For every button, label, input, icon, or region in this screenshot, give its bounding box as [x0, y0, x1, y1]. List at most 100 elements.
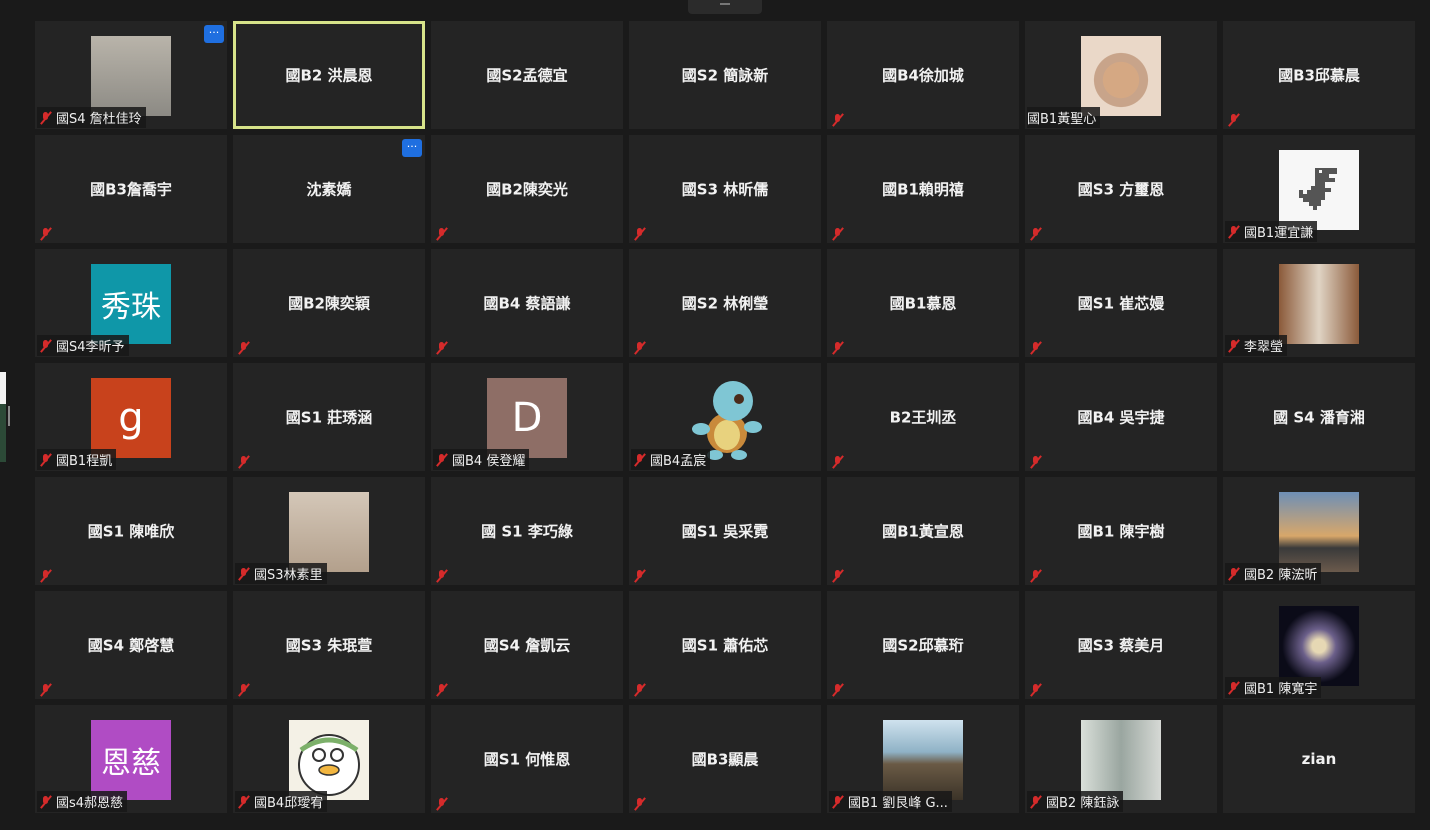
participant-tile[interactable]: 國B1運宜謙 — [1223, 135, 1415, 243]
participant-name-label — [829, 454, 852, 470]
participant-tile[interactable]: 國B3詹喬宇 — [35, 135, 227, 243]
participant-tile[interactable]: 國 S1 李巧綠 — [431, 477, 623, 585]
mic-muted-icon — [1227, 113, 1241, 127]
participant-name: 沈素嬌 — [306, 180, 352, 199]
participant-tile[interactable]: 國S2 簡詠新 — [629, 21, 821, 129]
participant-name: 國B1賴明禧 — [882, 180, 964, 199]
participant-name: 國B4 蔡語謙 — [483, 294, 571, 313]
participant-tile[interactable]: 國B1賴明禧 — [827, 135, 1019, 243]
mic-muted-icon — [435, 797, 449, 811]
participant-name-label: 國s4郝恩慈 — [37, 791, 128, 812]
participant-tile[interactable]: 國S3林素里 — [233, 477, 425, 585]
participant-label-text: 國S3林素里 — [254, 568, 323, 583]
participant-tile[interactable]: 國B4孟宸 — [629, 363, 821, 471]
mic-muted-icon — [435, 227, 449, 241]
participant-tile[interactable]: 國S2 林俐瑩 — [629, 249, 821, 357]
participant-tile[interactable]: B2王圳丞 — [827, 363, 1019, 471]
mic-muted-icon — [1029, 341, 1043, 355]
avatar-photo — [1279, 150, 1359, 230]
participant-tile[interactable]: 國B1黃宣恩 — [827, 477, 1019, 585]
participant-tile[interactable]: 國B1慕恩 — [827, 249, 1019, 357]
participant-name-label — [433, 796, 456, 812]
participant-tile[interactable]: 國B2 陳鈺詠 — [1025, 705, 1217, 813]
participant-tile[interactable]: 國S1 何惟恩 — [431, 705, 623, 813]
participant-tile[interactable]: 國B3顯晨 — [629, 705, 821, 813]
participant-tile[interactable]: 國S3 朱珉萱 — [233, 591, 425, 699]
participant-tile[interactable]: 國B1 陳宇樹 — [1025, 477, 1217, 585]
avatar-photo — [1279, 492, 1359, 572]
participant-tile[interactable]: 國B2陳奕穎 — [233, 249, 425, 357]
participant-tile[interactable]: 沈素嬌 ··· — [233, 135, 425, 243]
mic-muted-icon — [237, 794, 251, 809]
participant-tile[interactable]: 國S2孟德宜 — [431, 21, 623, 129]
participant-name: 國B3邱慕晨 — [1278, 66, 1360, 85]
more-options-button[interactable]: ··· — [402, 139, 422, 157]
participant-tile[interactable]: 國B4邱璦宥 — [233, 705, 425, 813]
participant-name-label — [1225, 112, 1248, 128]
participant-name-label — [631, 568, 654, 584]
participant-tile[interactable]: 國S1 蕭佑芯 — [629, 591, 821, 699]
participant-label-text: 國s4郝恩慈 — [56, 796, 124, 811]
mic-muted-icon — [1227, 680, 1241, 695]
participant-tile[interactable]: 國B4 吳宇捷 — [1025, 363, 1217, 471]
mic-muted-icon — [39, 569, 53, 583]
mic-muted-icon — [435, 341, 449, 355]
participant-tile[interactable]: 國S3 方璽恩 — [1025, 135, 1217, 243]
participant-name-label: 國B1程凱 — [37, 449, 117, 470]
participant-tile[interactable]: 國B2 陳浤昕 — [1223, 477, 1415, 585]
mic-muted-icon — [1227, 224, 1241, 239]
participant-tile[interactable]: 國S1 崔芯嫚 — [1025, 249, 1217, 357]
participant-tile[interactable]: 國B1黃聖心 — [1025, 21, 1217, 129]
mic-muted-icon — [1029, 227, 1043, 241]
participant-tile[interactable]: g 國B1程凱 — [35, 363, 227, 471]
participant-tile[interactable]: 國S4 詹凱云 — [431, 591, 623, 699]
participant-tile[interactable]: 國S1 陳唯欣 — [35, 477, 227, 585]
resize-handle[interactable] — [8, 406, 10, 426]
participant-name-label — [235, 454, 258, 470]
participant-tile[interactable]: 國B4徐加城 — [827, 21, 1019, 129]
participant-tile[interactable]: 恩慈 國s4郝恩慈 — [35, 705, 227, 813]
mic-muted-icon — [237, 341, 251, 355]
participant-tile[interactable]: 國S4 鄭啓慧 — [35, 591, 227, 699]
participant-tile[interactable]: 國B1 劉艮峰 G... — [827, 705, 1019, 813]
participant-gallery: 國S4 詹杜佳玲 ··· 國B2 洪晨恩 國S2孟德宜 國S2 簡詠新 國B4徐加城 國B1… — [35, 21, 1415, 813]
participant-name-label — [631, 340, 654, 356]
participant-tile[interactable]: 李翠瑩 — [1223, 249, 1415, 357]
top-toolbar-tab[interactable] — [688, 0, 762, 14]
participant-tile[interactable]: 國B2 洪晨恩 — [233, 21, 425, 129]
participant-tile[interactable]: D 國B4 侯登耀 — [431, 363, 623, 471]
participant-name-label — [1027, 682, 1050, 698]
participant-name: 國S2 簡詠新 — [681, 66, 769, 85]
participant-tile[interactable]: 國S3 蔡美月 — [1025, 591, 1217, 699]
mic-muted-icon — [831, 455, 845, 469]
participant-tile[interactable]: 國B1 陳寬宇 — [1223, 591, 1415, 699]
participant-tile[interactable]: 國S2邱慕珩 — [827, 591, 1019, 699]
participant-tile[interactable]: 國B3邱慕晨 — [1223, 21, 1415, 129]
participant-tile[interactable]: 國B2陳奕光 — [431, 135, 623, 243]
participant-name-label — [433, 568, 456, 584]
avatar-photo — [1279, 606, 1359, 686]
participant-tile[interactable]: 秀珠 國S4李昕予 — [35, 249, 227, 357]
participant-name: 國B4 吳宇捷 — [1077, 408, 1165, 427]
mic-muted-icon — [831, 569, 845, 583]
participant-tile[interactable]: 國S3 林昕儒 — [629, 135, 821, 243]
more-options-button[interactable]: ··· — [204, 25, 224, 43]
participant-tile[interactable]: 國S1 吳采霓 — [629, 477, 821, 585]
participant-tile[interactable]: 國B4 蔡語謙 — [431, 249, 623, 357]
participant-name: 國B4徐加城 — [882, 66, 964, 85]
participant-name: 國B3詹喬宇 — [90, 180, 172, 199]
mic-muted-icon — [39, 794, 53, 809]
mic-muted-icon — [1227, 566, 1241, 581]
participant-name-label — [1027, 226, 1050, 242]
participant-name-label — [1027, 340, 1050, 356]
participant-name-label: 國B1 劉艮峰 G... — [829, 791, 952, 812]
participant-label-text: 國B1黃聖心 — [1027, 112, 1097, 127]
participant-name: 國S1 崔芯嫚 — [1077, 294, 1165, 313]
mic-muted-icon — [237, 683, 251, 697]
participant-name: 國S2孟德宜 — [486, 66, 568, 85]
participant-tile[interactable]: 國S4 詹杜佳玲 ··· — [35, 21, 227, 129]
participant-tile[interactable]: 國S1 莊琇涵 — [233, 363, 425, 471]
participant-tile[interactable]: zian — [1223, 705, 1415, 813]
participant-name: zian — [1301, 750, 1337, 768]
participant-tile[interactable]: 國 S4 潘育湘 — [1223, 363, 1415, 471]
